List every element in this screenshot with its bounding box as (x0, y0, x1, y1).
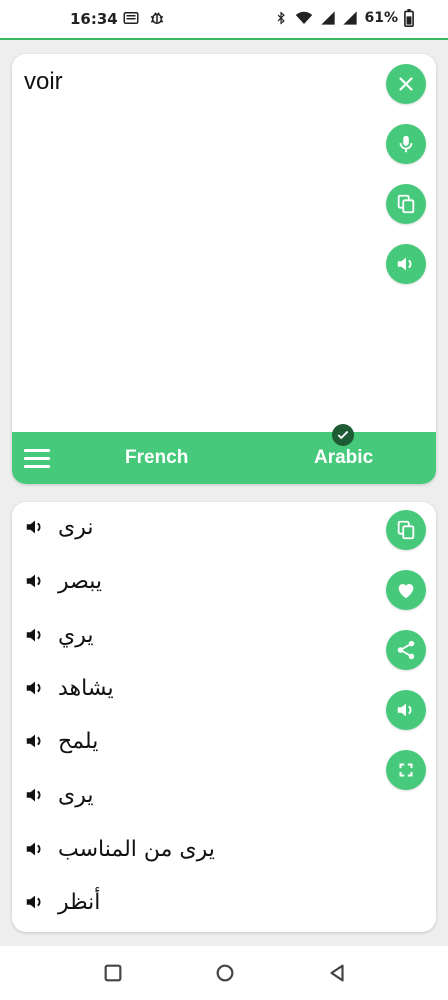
menu-icon-line (24, 465, 50, 468)
menu-icon-line (24, 457, 50, 460)
result-word: يبصر (58, 568, 102, 594)
result-item[interactable]: يرى (24, 780, 93, 810)
speaker-icon[interactable] (24, 730, 46, 752)
favorite-button[interactable] (386, 570, 426, 610)
share-icon (397, 640, 415, 660)
heart-icon (398, 584, 414, 599)
speaker-icon[interactable] (24, 891, 46, 913)
result-word: يرى (58, 782, 94, 808)
wifi-icon (296, 11, 313, 24)
speaker-icon (397, 703, 412, 717)
source-text-input[interactable]: voir (24, 68, 63, 96)
clear-button[interactable] (386, 64, 426, 104)
battery-icon (404, 9, 414, 27)
speaker-icon[interactable] (24, 624, 46, 646)
speaker-icon[interactable] (24, 516, 46, 538)
status-bar: 16:34 61% (0, 0, 448, 40)
speaker-icon (397, 257, 412, 271)
copy-icon (397, 194, 415, 214)
signal-icon-2 (343, 11, 358, 25)
copy-source-button[interactable] (386, 184, 426, 224)
menu-icon (24, 449, 50, 452)
copy-icon (397, 520, 415, 540)
input-card: voir French Arabic (12, 54, 436, 484)
result-item[interactable]: يلمح (24, 726, 98, 756)
result-item[interactable]: يبصر (24, 566, 102, 596)
speak-source-button[interactable] (386, 244, 426, 284)
result-item[interactable]: نرى (24, 512, 93, 542)
home-button[interactable] (214, 962, 236, 988)
battery-percent: 61% (364, 10, 398, 26)
results-card: نرى يبصر يري يشاهد يلمح يرى يرى من المنا… (12, 502, 436, 932)
target-language-button[interactable]: Arabic (314, 447, 373, 469)
fullscreen-icon (399, 763, 413, 777)
square-icon (104, 964, 122, 982)
speaker-icon[interactable] (24, 677, 46, 699)
result-word: يشاهد (58, 675, 114, 701)
result-word: نرى (58, 514, 94, 540)
result-word: يلمح (58, 728, 99, 754)
result-word: يرى من المناسب (58, 836, 215, 862)
result-item[interactable]: أنظر (24, 887, 100, 917)
navigation-bar (0, 946, 448, 1000)
check-icon (337, 430, 349, 440)
speak-result-button[interactable] (386, 690, 426, 730)
signal-icon (321, 11, 336, 25)
status-time: 16:34 (70, 10, 118, 28)
news-icon (123, 12, 139, 24)
microphone-icon (399, 135, 413, 153)
triangle-back-icon (330, 964, 344, 982)
speaker-icon[interactable] (24, 784, 46, 806)
result-word: يري (58, 622, 94, 648)
result-item[interactable]: يري (24, 620, 93, 650)
close-icon (399, 77, 413, 91)
speaker-icon[interactable] (24, 838, 46, 860)
source-language-button[interactable]: French (125, 447, 188, 469)
bluetooth-icon (278, 11, 286, 25)
language-bar: French Arabic (12, 424, 436, 484)
menu-button[interactable] (24, 446, 50, 470)
back-button[interactable] (326, 962, 348, 988)
result-word: أنظر (58, 889, 101, 915)
speaker-icon[interactable] (24, 570, 46, 592)
bug-icon (150, 12, 164, 24)
fullscreen-button[interactable] (386, 750, 426, 790)
circle-icon (216, 964, 234, 982)
result-item[interactable]: يشاهد (24, 673, 114, 703)
copy-result-button[interactable] (386, 510, 426, 550)
share-button[interactable] (386, 630, 426, 670)
recents-button[interactable] (102, 962, 124, 988)
voice-input-button[interactable] (386, 124, 426, 164)
check-badge (332, 424, 354, 446)
result-item[interactable]: يرى من المناسب (24, 834, 215, 864)
